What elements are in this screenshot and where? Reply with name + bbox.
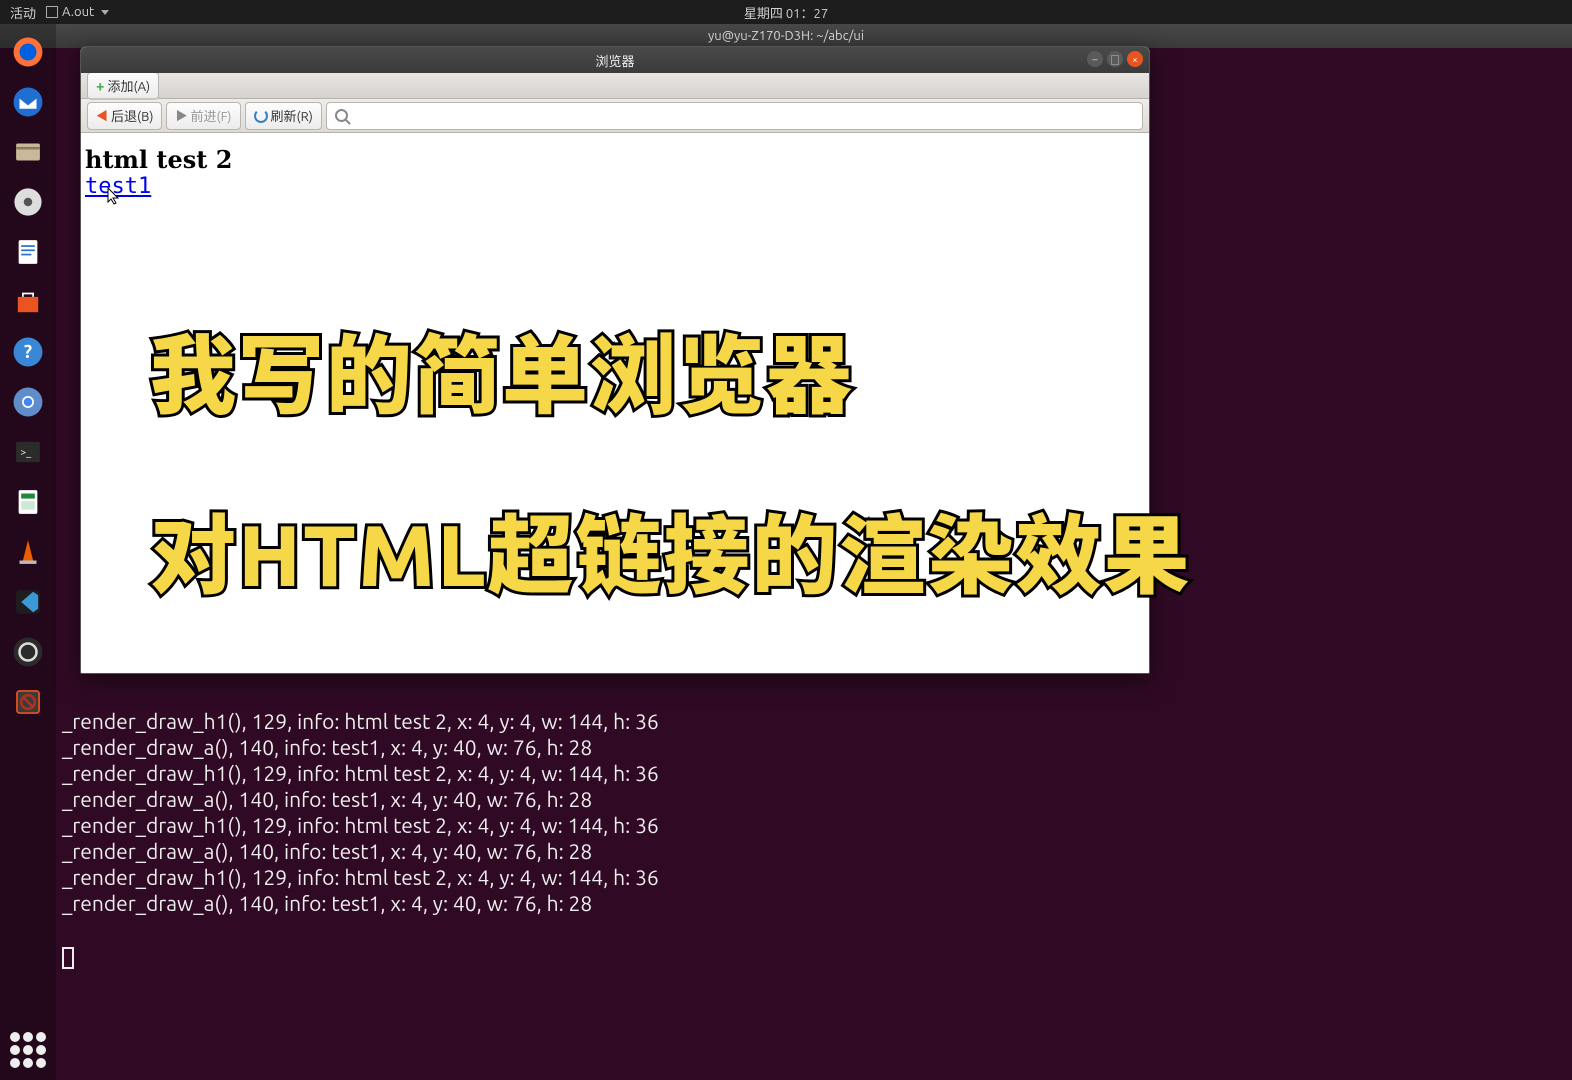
dock-chromium[interactable]: [6, 380, 50, 424]
dock-running-app[interactable]: [6, 680, 50, 724]
chevron-left-icon: ◀: [96, 107, 108, 124]
caption-line-2: 对HTML超链接的渲染效果: [150, 510, 1192, 600]
browser-menubar: + 添加(A): [81, 73, 1149, 99]
dock-rhythmbox[interactable]: [6, 180, 50, 224]
caption-line-1: 我写的简单浏览器: [150, 330, 854, 420]
dock-terminal[interactable]: >_: [6, 430, 50, 474]
dock-thunderbird[interactable]: [6, 80, 50, 124]
dock-vlc[interactable]: [6, 530, 50, 574]
terminal-line: _render_draw_a(), 140, info: test1, x: 4…: [62, 786, 1566, 812]
back-button-label: 后退(B): [111, 106, 153, 125]
terminal-title: yu@yu-Z170-D3H: ~/abc/ui: [708, 29, 864, 43]
url-input[interactable]: [326, 102, 1143, 130]
terminal-line: _render_draw_a(), 140, info: test1, x: 4…: [62, 890, 1566, 916]
minimize-button[interactable]: –: [1087, 51, 1103, 67]
maximize-button[interactable]: □: [1107, 51, 1123, 67]
terminal-line: _render_draw_h1(), 129, info: html test …: [62, 760, 1566, 786]
dock-files[interactable]: [6, 130, 50, 174]
svg-text:?: ?: [24, 341, 32, 362]
gnome-topbar: 活动 A.out 星期四 01：27: [0, 0, 1572, 24]
dock: ? >_: [0, 24, 56, 1080]
terminal-line: _render_draw_h1(), 129, info: html test …: [62, 708, 1566, 734]
add-button-label: 添加(A): [107, 76, 150, 95]
back-button[interactable]: ◀ 后退(B): [87, 102, 162, 130]
add-button[interactable]: + 添加(A): [87, 72, 159, 100]
reload-button[interactable]: 刷新(R): [245, 102, 322, 130]
dock-software[interactable]: [6, 280, 50, 324]
page-link-test1[interactable]: test1: [85, 174, 151, 199]
show-applications[interactable]: [6, 1028, 50, 1072]
svg-text:>_: >_: [20, 445, 32, 457]
browser-toolbar: ◀ 后退(B) ▶ 前进(F) 刷新(R): [81, 99, 1149, 133]
close-button[interactable]: ×: [1127, 51, 1143, 67]
dock-writer[interactable]: [6, 230, 50, 274]
terminal-line: _render_draw_a(), 140, info: test1, x: 4…: [62, 838, 1566, 864]
page-heading: html test 2: [85, 145, 1145, 174]
chevron-right-icon: ▶: [175, 107, 187, 124]
forward-button-label: 前进(F): [190, 106, 231, 125]
reload-button-label: 刷新(R): [271, 106, 313, 125]
chevron-down-icon: [101, 10, 109, 15]
browser-titlebar[interactable]: 浏览器 – □ ×: [81, 47, 1149, 73]
dock-obs[interactable]: [6, 630, 50, 674]
dock-calc[interactable]: [6, 480, 50, 524]
activities-button[interactable]: 活动: [10, 3, 36, 22]
terminal-cursor: [62, 947, 74, 969]
browser-title: 浏览器: [595, 51, 634, 70]
apps-grid-icon: [10, 1032, 46, 1068]
dock-help[interactable]: ?: [6, 330, 50, 374]
terminal-line: _render_draw_h1(), 129, info: html test …: [62, 812, 1566, 838]
app-icon: [46, 6, 58, 18]
dock-vscode[interactable]: [6, 580, 50, 624]
app-name-label: A.out: [62, 5, 94, 19]
terminal-line: _render_draw_a(), 140, info: test1, x: 4…: [62, 734, 1566, 760]
dock-firefox[interactable]: [6, 30, 50, 74]
plus-icon: +: [96, 77, 104, 94]
terminal-line: _render_draw_h1(), 129, info: html test …: [62, 864, 1566, 890]
terminal-titlebar: yu@yu-Z170-D3H: ~/abc/ui: [0, 24, 1572, 48]
search-icon: [335, 109, 348, 122]
clock[interactable]: 星期四 01：27: [744, 3, 828, 22]
reload-icon: [254, 109, 268, 123]
app-menu[interactable]: A.out: [46, 5, 109, 19]
forward-button[interactable]: ▶ 前进(F): [166, 102, 240, 130]
